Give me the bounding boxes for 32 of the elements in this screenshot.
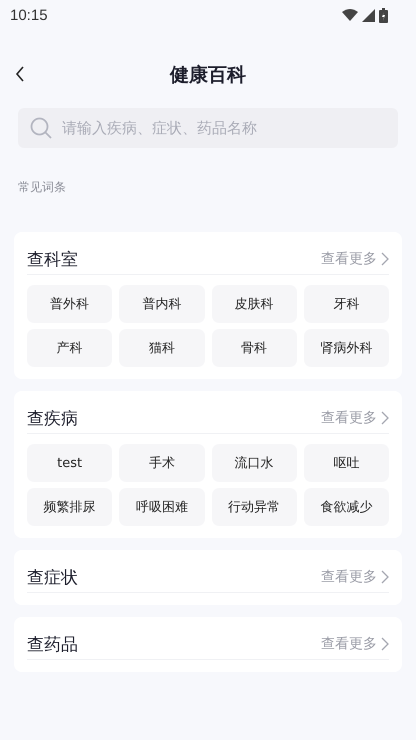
chevron-icon: [381, 637, 389, 651]
tag-chip[interactable]: 皮肤科: [212, 285, 297, 323]
tag-chip[interactable]: 呕吐: [304, 444, 389, 482]
tag-chip[interactable]: 产科: [27, 329, 112, 367]
tag-chip[interactable]: 流口水: [212, 444, 297, 482]
tag-chip[interactable]: 呼吸困难: [119, 488, 204, 526]
tag-chip[interactable]: 猫科: [119, 329, 204, 367]
section-title: 查症状: [27, 566, 78, 588]
wifi-icon: [342, 9, 358, 21]
status-time: 10:15: [10, 6, 48, 24]
tag-chip[interactable]: 食欲减少: [304, 488, 389, 526]
search-field[interactable]: 请输入疾病、症状、药品名称: [18, 108, 398, 148]
tag-chip[interactable]: 频繁排尿: [27, 488, 112, 526]
chevron-icon: [381, 252, 389, 266]
tag-chip[interactable]: 牙科: [304, 285, 389, 323]
tag-chip[interactable]: 普内科: [119, 285, 204, 323]
tag-chip[interactable]: 骨科: [212, 329, 297, 367]
chevron-icon: [381, 570, 389, 584]
page-title: 健康百科: [170, 63, 246, 88]
tag-chip[interactable]: test: [27, 444, 112, 482]
battery-icon: [379, 8, 388, 22]
section-title: 查药品: [27, 634, 78, 656]
tag-chip[interactable]: 手术: [119, 444, 204, 482]
tag-chip[interactable]: 普外科: [27, 285, 112, 323]
section-label: 常见词条: [18, 180, 66, 194]
tag-chip[interactable]: 行动异常: [212, 488, 297, 526]
section-title: 查科室: [27, 248, 78, 270]
tag-chip[interactable]: 肾病外科: [304, 329, 389, 367]
section-title: 查疾病: [27, 408, 78, 430]
chevron-icon: [381, 411, 389, 425]
signal-icon: [362, 8, 375, 22]
back-icon: [14, 65, 26, 83]
